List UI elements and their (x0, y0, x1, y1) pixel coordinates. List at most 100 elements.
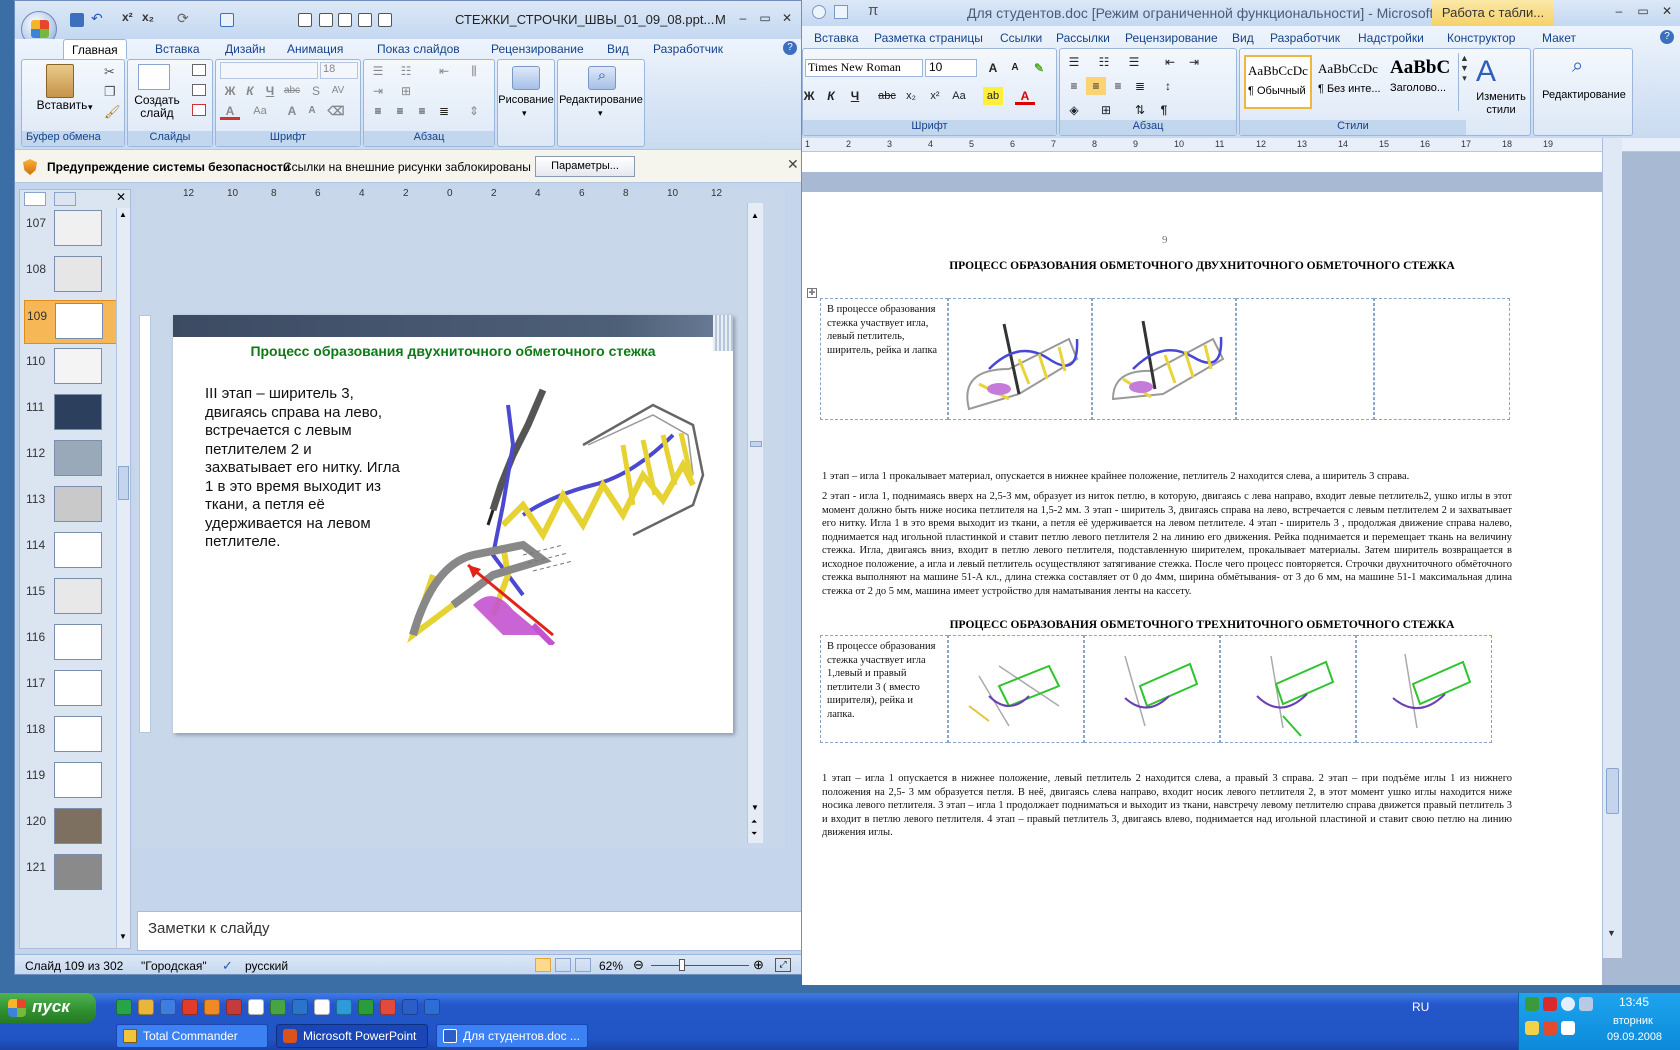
word-style-normal[interactable]: AaBbCcDc ¶ Обычный (1244, 55, 1312, 109)
word-multilevel-icon[interactable]: ☰ (1124, 53, 1144, 71)
ql-skype-icon[interactable] (292, 999, 308, 1015)
ppt-italic-icon[interactable]: К (240, 82, 260, 100)
cut-icon[interactable]: ✂ (104, 64, 115, 80)
word-qat-undo-icon[interactable] (812, 5, 826, 19)
slide-thumbnail[interactable]: 119 (24, 760, 116, 804)
paste-icon[interactable] (46, 64, 74, 98)
ppt-clear-format-icon[interactable]: ⌫ (326, 102, 346, 120)
zoom-slider-thumb[interactable] (679, 959, 685, 971)
word-shading-icon[interactable]: ◈ (1064, 101, 1084, 119)
word-shrink-font-icon[interactable]: A (1005, 59, 1025, 77)
security-close-icon[interactable]: ✕ (787, 156, 799, 173)
delete-slide-icon[interactable] (192, 104, 206, 116)
word-pilcrow-icon[interactable]: ¶ (1154, 101, 1174, 119)
spellcheck-icon[interactable]: ✓ (222, 958, 233, 974)
word-minimize-button[interactable]: – (1610, 4, 1628, 20)
word-line-spacing-icon[interactable]: ↕ (1158, 77, 1178, 95)
word-sort-icon[interactable]: ⇅ (1130, 101, 1150, 119)
slide-thumbnail[interactable]: 107 (24, 208, 116, 252)
ppt-font-name-select[interactable] (220, 62, 318, 79)
ppt-font-color-icon[interactable]: A (220, 102, 240, 120)
word-align-right-icon[interactable]: ≡ (1108, 77, 1128, 95)
ppt-spacing-icon[interactable]: AV (328, 82, 348, 100)
word-scroll-down-icon[interactable]: ▼ (1607, 928, 1616, 938)
slides-scroll-thumb[interactable] (118, 466, 129, 500)
ppt-help-icon[interactable]: ? (783, 41, 797, 55)
word-font-size-select[interactable]: 10 (925, 59, 977, 77)
ppt-bullets-icon[interactable]: ☰ (368, 62, 388, 80)
ppt-minimize-button[interactable]: – (734, 11, 752, 27)
slides-scroll-up-icon[interactable]: ▲ (119, 210, 127, 219)
slide-thumbnail[interactable]: 110 (24, 346, 116, 390)
tray-network-icon[interactable] (1561, 997, 1575, 1011)
word-strike-icon[interactable]: abc (877, 87, 897, 105)
slide-scroll-up-icon[interactable]: ▲ (751, 211, 759, 220)
word-context-tab[interactable]: Работа с табли... (1432, 0, 1554, 26)
ppt-tab-design[interactable]: Дизайн (217, 39, 273, 59)
slide-thumbnail[interactable]: 121 (24, 852, 116, 896)
zoom-slider[interactable] (651, 965, 749, 966)
slide-thumbnail[interactable]: 118 (24, 714, 116, 758)
word-table2-cell-image1[interactable] (948, 635, 1084, 743)
ppt-font-size-select[interactable]: 18 (320, 62, 358, 79)
word-italic-icon[interactable]: К (821, 87, 841, 105)
ppt-underline-icon[interactable]: Ч (260, 82, 280, 100)
word-table1-cell-image2[interactable] (1092, 298, 1236, 420)
word-tab-review[interactable]: Рецензирование (1125, 31, 1218, 45)
ppt-qat-print-icon[interactable] (378, 13, 392, 27)
word-table1-cell-text[interactable]: В процессе образования стежка участвует … (820, 298, 948, 420)
ppt-strike-icon[interactable]: abc (282, 82, 302, 100)
ppt-qat-save-icon[interactable] (70, 13, 84, 27)
ppt-editing-group[interactable]: ⌕ Редактирование ▾ (557, 59, 645, 147)
task-word[interactable]: Для студентов.doc ... (436, 1024, 588, 1048)
reset-icon[interactable] (192, 84, 206, 96)
ppt-tab-animation[interactable]: Анимация (279, 39, 351, 59)
language-indicator[interactable]: RU (1412, 1000, 1429, 1014)
status-zoom[interactable]: 62% (599, 959, 623, 973)
start-button[interactable]: пуск (0, 993, 96, 1023)
ppt-align-left-icon[interactable]: ≡ (368, 102, 388, 120)
ppt-qat-superscript-icon[interactable]: x² (122, 10, 133, 24)
word-editing-label[interactable]: Редактирование (1534, 89, 1634, 101)
ppt-shadow-icon[interactable]: S (306, 82, 326, 100)
ppt-qat-undo-icon[interactable]: ↶ (91, 10, 103, 27)
slideshow-view-icon[interactable] (575, 958, 591, 972)
slides-tab-icon[interactable] (24, 192, 46, 206)
word-table1-cell-empty1[interactable] (1236, 298, 1374, 420)
ppt-tab-insert[interactable]: Вставка (147, 39, 208, 59)
slide-thumbnail[interactable]: 113 (24, 484, 116, 528)
ql-connect-icon[interactable] (116, 999, 132, 1015)
slide-thumbnail[interactable]: 112 (24, 438, 116, 482)
ppt-indent-icon[interactable]: ⇤ (434, 62, 454, 80)
word-style-heading[interactable]: AaBbC Заголово... (1388, 55, 1456, 109)
ppt-qat-format-icon[interactable]: ⟳ (177, 10, 189, 27)
zoom-in-icon[interactable]: ⊕ (753, 957, 764, 973)
word-tab-design[interactable]: Конструктор (1447, 31, 1515, 45)
ppt-text-dir-icon[interactable]: ⇕ (464, 102, 484, 120)
ppt-align-right-icon[interactable]: ≡ (412, 102, 432, 120)
word-case-icon[interactable]: Aa (949, 87, 969, 105)
slide-thumbnail[interactable]: 117 (24, 668, 116, 712)
word-maximize-button[interactable]: ▭ (1634, 4, 1652, 20)
ppt-align-center-icon[interactable]: ≡ (390, 102, 410, 120)
word-styles-scroll[interactable]: ▲ ▼ ▾ (1458, 53, 1470, 111)
word-scroll-thumb[interactable] (1606, 768, 1619, 814)
word-change-styles-icon[interactable]: A (1476, 55, 1496, 89)
ppt-tab-view[interactable]: Вид (599, 39, 637, 59)
word-table1-cell-empty2[interactable] (1374, 298, 1510, 420)
slide-stitch-illustration[interactable] (393, 385, 723, 645)
ppt-tab-review[interactable]: Рецензирование (483, 39, 592, 59)
slide-title[interactable]: Процесс образования двухниточного обмето… (173, 343, 733, 359)
slide-thumbnail[interactable]: 111 (24, 392, 116, 436)
ppt-drawing-group[interactable]: Рисование ▾ (497, 59, 555, 147)
ql-word-icon[interactable] (402, 999, 418, 1015)
slide-scroll-down-icon[interactable]: ▼ (751, 803, 759, 812)
ppt-justify-icon[interactable]: ≣ (434, 102, 454, 120)
slide-thumbnail[interactable]: 109 (24, 300, 116, 344)
ppt-qat-subscript-icon[interactable]: x₂ (142, 10, 154, 24)
word-numbering-icon[interactable]: ☷ (1094, 53, 1114, 71)
word-bold-icon[interactable]: Ж (802, 87, 819, 105)
notes-pane[interactable]: Заметки к слайду (137, 911, 801, 951)
word-superscript-icon[interactable]: x² (925, 87, 945, 105)
word-highlight-icon[interactable]: ab (983, 87, 1003, 105)
